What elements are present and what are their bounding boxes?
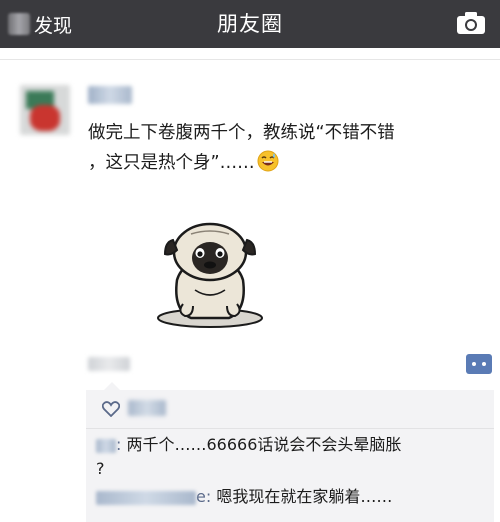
liker-name-redacted[interactable]: [128, 400, 166, 416]
heart-icon[interactable]: [102, 401, 120, 417]
comment-text: 两千个……66666话说会不会头晕脑胀: [121, 435, 402, 454]
camera-icon[interactable]: [456, 11, 486, 35]
avatar[interactable]: [20, 85, 70, 135]
comment-separator: e:: [196, 487, 212, 506]
post-text-line-1: 做完上下卷腹两千个，教练说“不错不错: [88, 123, 395, 143]
post-username-redacted[interactable]: [88, 86, 132, 104]
likes-row: [86, 390, 494, 429]
comment-text: 嗯我现在就在家躺着……: [211, 487, 393, 506]
comments-section: : 两千个……66666话说会不会头晕脑胀? e: 嗯我现在就在家躺着……: [86, 382, 494, 522]
feed-divider: [0, 59, 500, 60]
commenter-name-redacted[interactable]: [96, 490, 196, 505]
comment-icon[interactable]: [465, 353, 493, 375]
commenter-name-redacted[interactable]: [96, 438, 116, 453]
comment-text-continued: ?: [96, 459, 105, 478]
comment-item[interactable]: : 两千个……66666话说会不会头晕脑胀?: [96, 433, 488, 481]
post-text-line-2: ，这只是热个身”……: [88, 148, 488, 178]
comment-item[interactable]: e: 嗯我现在就在家躺着……: [96, 485, 488, 509]
grinning-sweat-emoji-icon: [257, 150, 279, 172]
pug-sticker[interactable]: [155, 220, 265, 328]
page-title: 朋友圈: [217, 12, 283, 36]
top-navigation-bar: 发现 朋友圈: [0, 0, 500, 48]
post-text: 做完上下卷腹两千个，教练说“不错不错 ，这只是热个身”……: [88, 118, 488, 178]
post-time-redacted: [88, 357, 130, 371]
